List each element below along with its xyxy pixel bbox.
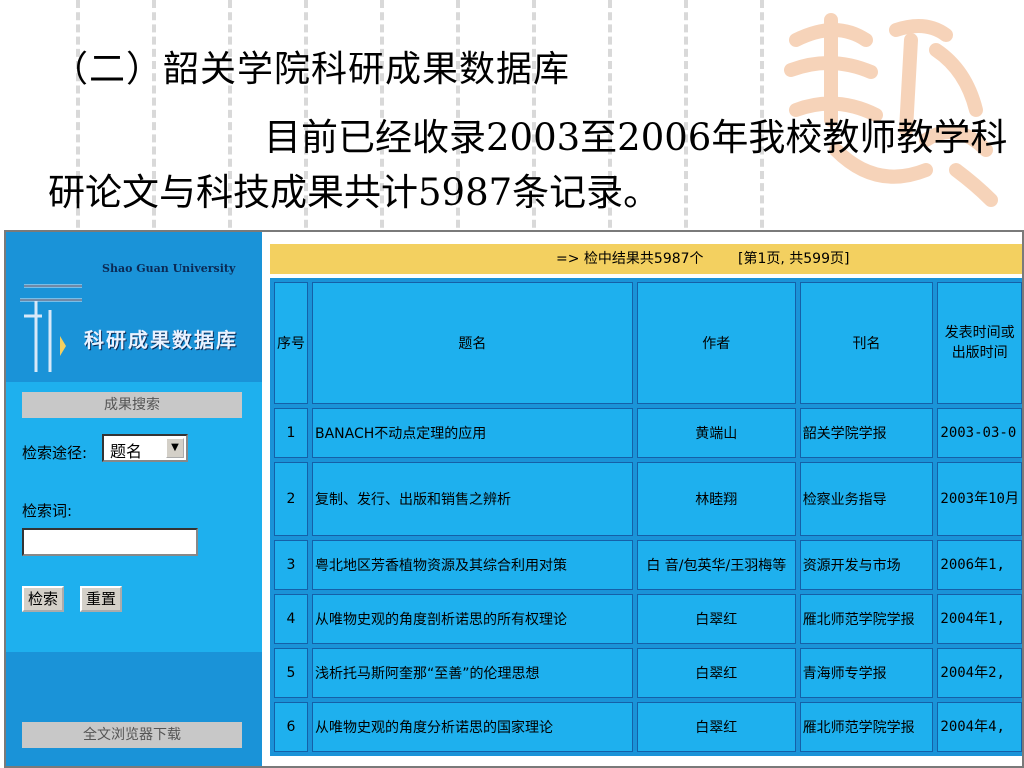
table-row: 5 浅析托马斯阿奎那“至善”的伦理思想 白翠红 青海师专学报 2004年2, [274,648,1022,698]
table-row: 1 BANACH不动点定理的应用 黄端山 韶关学院学报 2003-03-0 [274,408,1022,458]
keyword-label: 检索词: [22,502,73,520]
database-screenshot: Shao Guan University 科研成果数据库 成果搜索 检索途径: … [4,230,1024,768]
row-no: 5 [274,648,308,698]
download-panel: 全文浏览器下载 [6,652,262,766]
table-header-row: 序号 题名 作者 刊名 发表时间或出版时间 [274,282,1022,404]
result-summary-banner: => 检中结果共5987个 [第1页, 共599页] [270,244,1022,274]
search-panel: 成果搜索 检索途径: 题名 ▼ 检索词: 检索 重置 [6,382,262,652]
row-title-link[interactable]: 从唯物史观的角度分析诺思的国家理论 [312,702,633,752]
col-header-author: 作者 [636,282,796,404]
row-author[interactable]: 林睦翔 [636,462,796,536]
row-author[interactable]: 白翠红 [636,702,796,752]
row-date: 2004年2, [937,648,1022,698]
col-header-no: 序号 [274,282,308,404]
row-no: 1 [274,408,308,458]
row-no: 4 [274,594,308,644]
row-journal: 韶关学院学报 [799,408,934,458]
search-button[interactable]: 检索 [22,586,65,612]
row-date: 2004年4, [937,702,1022,752]
chevron-down-icon[interactable]: ▼ [166,438,184,458]
results-table: 序号 题名 作者 刊名 发表时间或出版时间 1 BANACH不动点定理的应用 黄… [270,278,1022,756]
row-date: 2004年1, [937,594,1022,644]
logo-chinese-name: 科研成果数据库 [84,328,238,352]
keyword-input[interactable] [22,528,198,556]
university-logo-icon [20,284,82,372]
viewer-download-link[interactable]: 全文浏览器下载 [22,722,242,748]
page-info: [第1页, 共599页] [738,251,850,267]
row-no: 6 [274,702,308,752]
col-header-title: 题名 [312,282,633,404]
row-author[interactable]: 黄端山 [636,408,796,458]
slide-body-text: 目前已经收录2003至2006年我校教师教学科研论文与科技成果共计5987条记录… [48,116,1008,214]
result-count: => 检中结果共5987个 [556,251,704,267]
table-row: 4 从唯物史观的角度剖析诺思的所有权理论 白翠红 雁北师范学院学报 2004年1… [274,594,1022,644]
row-journal: 青海师专学报 [799,648,934,698]
row-date: 2006年1, [937,540,1022,590]
search-path-select[interactable]: 题名 ▼ [102,434,188,462]
logo-english-name: Shao Guan University [102,262,236,275]
row-author[interactable]: 白翠红 [636,648,796,698]
row-title-link[interactable]: 浅析托马斯阿奎那“至善”的伦理思想 [312,648,633,698]
row-author[interactable]: 白翠红 [636,594,796,644]
table-row: 3 粤北地区芳香植物资源及其综合利用对策 白 音/包英华/王羽梅等 资源开发与市… [274,540,1022,590]
row-journal: 资源开发与市场 [799,540,934,590]
search-path-value: 题名 [110,442,143,461]
col-header-journal: 刊名 [799,282,934,404]
row-title-link[interactable]: 从唯物史观的角度剖析诺思的所有权理论 [312,594,633,644]
row-no: 3 [274,540,308,590]
sidebar: Shao Guan University 科研成果数据库 成果搜索 检索途径: … [6,232,262,766]
app-logo: Shao Guan University 科研成果数据库 [6,232,262,382]
row-date: 2003-03-0 [937,408,1022,458]
slide-title: （二）韶关学院科研成果数据库 [52,49,571,90]
table-row: 6 从唯物史观的角度分析诺思的国家理论 白翠红 雁北师范学院学报 2004年4, [274,702,1022,752]
row-date: 2003年10月 [937,462,1022,536]
row-title-link[interactable]: 粤北地区芳香植物资源及其综合利用对策 [312,540,633,590]
reset-button[interactable]: 重置 [80,586,123,612]
row-journal: 检察业务指导 [799,462,934,536]
col-header-date: 发表时间或出版时间 [937,282,1022,404]
row-journal: 雁北师范学院学报 [799,594,934,644]
search-path-label: 检索途径: [22,444,88,462]
row-author[interactable]: 白 音/包英华/王羽梅等 [636,540,796,590]
search-panel-header: 成果搜索 [22,392,242,418]
row-journal: 雁北师范学院学报 [799,702,934,752]
table-row: 2 复制、发行、出版和销售之辨析 林睦翔 检察业务指导 2003年10月 [274,462,1022,536]
results-area: => 检中结果共5987个 [第1页, 共599页] 序号 题名 作者 刊名 发… [262,232,1022,766]
row-no: 2 [274,462,308,536]
row-title-link[interactable]: 复制、发行、出版和销售之辨析 [312,462,633,536]
row-title-link[interactable]: BANACH不动点定理的应用 [312,408,633,458]
